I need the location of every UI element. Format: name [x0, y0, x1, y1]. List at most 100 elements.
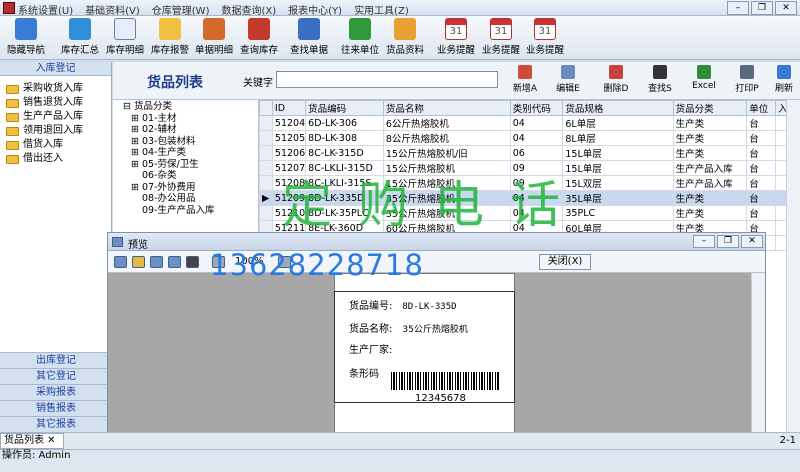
column-header[interactable]: ID	[271, 100, 307, 116]
tree-node[interactable]: ⊞ 03-包装材料	[123, 136, 258, 148]
preview-close-button[interactable]: 关闭(X)	[539, 254, 591, 270]
sidebar-section-outbound[interactable]: 出库登记	[0, 352, 112, 368]
table-cell: 台	[746, 145, 776, 161]
menu-tools[interactable]: 实用工具(Z)	[354, 2, 409, 17]
export-icon[interactable]	[168, 256, 181, 268]
open-icon[interactable]	[132, 256, 145, 268]
sidebar-item-borrow-in[interactable]: 借货入库	[0, 138, 111, 152]
order-phone-watermark: 定购电话	[282, 176, 586, 234]
reminder-button-1[interactable]: 31 业务提醒	[435, 18, 477, 58]
menu-warehouse[interactable]: 仓库管理(W)	[152, 2, 210, 17]
preview-close-icon[interactable]: ✕	[741, 235, 763, 248]
find-icon[interactable]	[186, 256, 199, 268]
table-cell: 04	[509, 130, 564, 146]
table-row[interactable]: 51205 8D-LK-308 8公斤热熔胶机 04 8L单层 生产类台	[259, 130, 800, 146]
people-icon	[349, 18, 371, 40]
sidebar-item-lend-return[interactable]: 借出还入	[0, 152, 111, 166]
excel-button[interactable]: Excel	[685, 65, 723, 97]
folder-icon	[6, 112, 19, 122]
print-button[interactable]: 打印P	[728, 65, 766, 97]
tree-node[interactable]: ⊞ 07-外协费用	[123, 182, 258, 194]
sidebar-section-sales-report[interactable]: 销售报表	[0, 400, 112, 416]
row-pointer-icon[interactable]: ▶	[259, 190, 273, 206]
column-header[interactable]: 货品分类	[672, 100, 748, 116]
sidebar-item-sales-return-in[interactable]: 销售退货入库	[0, 96, 111, 110]
pie-chart-icon	[248, 18, 270, 40]
sidebar-section-other[interactable]: 其它登记	[0, 368, 112, 384]
edit-button[interactable]: 编辑E	[549, 65, 587, 97]
label-name-row: 货品名称: 35公斤热熔胶机	[349, 324, 468, 335]
stock-detail-button[interactable]: 库存明细	[104, 18, 146, 58]
table-cell: 51205	[271, 130, 307, 146]
column-header[interactable]: 货品规格	[562, 100, 674, 116]
tree-node[interactable]: ⊞ 01-主材	[123, 113, 258, 125]
hide-nav-button[interactable]: 隐藏导航	[6, 18, 46, 58]
status-bar: 操作员: Admin	[0, 449, 800, 472]
tree-node[interactable]: ⊞ 02-辅材	[123, 124, 258, 136]
menu-report[interactable]: 报表中心(Y)	[288, 2, 342, 17]
table-cell: 51206	[271, 145, 307, 161]
column-header[interactable]: 单位	[746, 100, 776, 116]
save-icon[interactable]	[150, 256, 163, 268]
tree-node[interactable]: ⊞ 05-劳保/卫生	[123, 159, 258, 171]
column-header[interactable]: 类别代码	[509, 100, 564, 116]
tree-node[interactable]: 08-办公用品	[123, 193, 258, 205]
contacts-button[interactable]: 往来单位	[339, 18, 381, 58]
alert-icon	[159, 18, 181, 40]
tree-node[interactable]: 09-生产产品入库	[123, 205, 258, 217]
page-title: 货品列表	[147, 75, 203, 91]
sidebar-item-production-in[interactable]: 生产产品入库	[0, 110, 111, 124]
row-marker[interactable]	[259, 160, 273, 176]
tree-root[interactable]: ⊟ 货品分类	[123, 101, 258, 113]
doc-detail-button[interactable]: 单据明细	[193, 18, 235, 58]
find-doc-button[interactable]: 查找单据	[288, 18, 330, 58]
tab-goods-list[interactable]: 货品列表 ✕	[0, 433, 64, 449]
tree-node[interactable]: 06-杂类	[123, 170, 258, 182]
keyword-input[interactable]	[276, 71, 498, 88]
sidebar-section-purchase-report[interactable]: 采购报表	[0, 384, 112, 400]
sidebar-item-purchase-in[interactable]: 采购收货入库	[0, 82, 111, 96]
restore-button[interactable]: ❐	[751, 1, 773, 15]
table-row[interactable]: 51204 6D-LK-306 6公斤热熔胶机 04 6L单层 生产类台	[259, 115, 800, 131]
reminder-button-3[interactable]: 31 业务提醒	[524, 18, 566, 58]
add-button[interactable]: 新增A	[506, 65, 544, 97]
print-icon[interactable]	[114, 256, 127, 268]
find-button[interactable]: 查找S	[641, 65, 679, 97]
row-marker[interactable]	[259, 145, 273, 161]
table-cell: 6L单层	[562, 115, 674, 131]
main-toolbar: 隐藏导航 库存汇总 库存明细 库存报警 单据明细 查询库存 查找单据 往来单位 …	[0, 16, 800, 60]
row-marker[interactable]	[259, 175, 273, 191]
refresh-button[interactable]: 刷新	[768, 65, 800, 97]
goods-info-button[interactable]: 货品资料	[384, 18, 426, 58]
menu-system[interactable]: 系统设置(U)	[18, 2, 73, 17]
table-scrollbar[interactable]	[786, 100, 800, 432]
sidebar-header-inbound[interactable]: 入库登记	[0, 62, 111, 76]
preview-restore-button[interactable]: ❐	[717, 235, 739, 248]
table-cell: 6D-LK-306	[305, 115, 384, 131]
monitor-icon	[15, 18, 37, 40]
row-header-corner	[259, 100, 273, 116]
table-cell: 15公斤热熔胶机/旧	[382, 145, 511, 161]
delete-button[interactable]: 删除D	[597, 65, 635, 97]
table-cell: 台	[746, 160, 776, 176]
stock-alert-button[interactable]: 库存报警	[149, 18, 191, 58]
sidebar-section-other-report[interactable]: 其它报表	[0, 416, 112, 432]
menu-query[interactable]: 数据查询(X)	[221, 2, 276, 17]
column-header[interactable]: 货品编码	[305, 100, 384, 116]
row-marker[interactable]	[259, 130, 273, 146]
stock-summary-button[interactable]: 库存汇总	[60, 18, 100, 58]
close-window-button[interactable]: ✕	[775, 1, 797, 15]
query-stock-button[interactable]: 查询库存	[238, 18, 280, 58]
row-marker[interactable]	[259, 115, 273, 131]
column-header[interactable]: 货品名称	[382, 100, 511, 116]
reminder-button-2[interactable]: 31 业务提醒	[480, 18, 522, 58]
sidebar-item-requisition-return[interactable]: 领用退回入库	[0, 124, 111, 138]
row-marker[interactable]	[259, 205, 273, 221]
menu-basic[interactable]: 基础资料(V)	[85, 2, 140, 17]
tree-node[interactable]: ⊞ 04-生产类	[123, 147, 258, 159]
preview-minimize-button[interactable]: –	[693, 235, 715, 248]
page-indicator: 2-1	[779, 435, 796, 446]
minimize-button[interactable]: –	[727, 1, 749, 15]
table-row[interactable]: 51206 8C-LK-315D 15公斤热熔胶机/旧 06 15L单层 生产类台	[259, 145, 800, 161]
delete-icon	[609, 65, 623, 79]
